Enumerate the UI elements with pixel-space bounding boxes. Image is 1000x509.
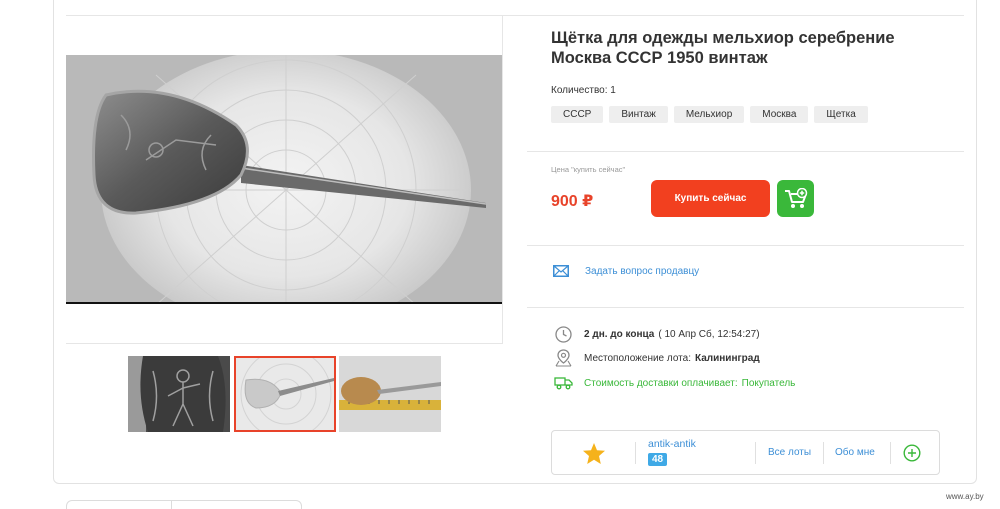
add-to-cart-button[interactable] (777, 180, 814, 217)
tag[interactable]: Мельхиор (673, 106, 745, 123)
buy-now-button[interactable]: Купить сейчас (651, 180, 770, 217)
tag[interactable]: Щетка (814, 106, 868, 123)
clock-icon (553, 325, 573, 343)
cart-add-icon (784, 187, 807, 208)
ask-seller-link[interactable]: Задать вопрос продавцу (585, 266, 699, 277)
seller-name[interactable]: antik-antik (648, 438, 696, 450)
divider (527, 307, 964, 308)
ask-seller-row[interactable]: Задать вопрос продавцу (553, 265, 699, 277)
watermark: www.ay.by (946, 492, 984, 501)
tag[interactable]: СССР (551, 106, 604, 123)
bottom-tabs[interactable] (66, 500, 302, 509)
delivery-row: Стоимость доставки оплачивает: Покупател… (553, 374, 795, 392)
product-title: Щётка для одежды мельхиор серебрение Мос… (551, 29, 895, 67)
divider (635, 442, 636, 464)
thumbnail[interactable] (339, 356, 441, 432)
location-row: Местоположение лота: Калининград (553, 349, 760, 367)
thumbnail-selected[interactable] (234, 356, 336, 432)
divider (171, 500, 172, 509)
main-photo[interactable] (66, 55, 502, 304)
thumbnail[interactable] (128, 356, 230, 432)
delivery-value: Покупатель (741, 377, 796, 389)
tag[interactable]: Москва (750, 106, 809, 123)
time-left: 2 дн. до конца (584, 328, 655, 340)
divider (527, 245, 964, 246)
divider (890, 442, 891, 464)
tag[interactable]: Винтаж (609, 106, 668, 123)
location-label: Местоположение лота: (584, 352, 691, 364)
about-seller-link[interactable]: Обо мне (835, 447, 875, 458)
seller-rating-badge: 48 (648, 453, 668, 466)
price-label: Цена "купить сейчас" (551, 165, 626, 174)
plus-circle-icon[interactable] (903, 444, 921, 462)
location-pin-icon (553, 349, 573, 367)
location-value: Калининград (694, 352, 760, 364)
seller-panel: antik-antik 48 Все лоты Обо мне (551, 430, 940, 475)
favorite-star-icon[interactable] (582, 442, 606, 465)
price: 900 ₽ (551, 193, 594, 210)
quantity: Количество: 1 (551, 85, 616, 96)
time-left-row: 2 дн. до конца ( 10 Апр Сб, 12:54:27) (553, 325, 760, 343)
delivery-truck-icon (553, 374, 573, 392)
end-date: ( 10 Апр Сб, 12:54:27) (658, 328, 760, 340)
envelope-icon (553, 265, 569, 277)
delivery-label: Стоимость доставки оплачивает: (584, 377, 738, 389)
divider (527, 151, 964, 152)
divider (823, 442, 824, 464)
tag-list: СССР Винтаж Мельхиор Москва Щетка (551, 106, 868, 123)
all-lots-link[interactable]: Все лоты (768, 447, 811, 458)
divider (755, 442, 756, 464)
